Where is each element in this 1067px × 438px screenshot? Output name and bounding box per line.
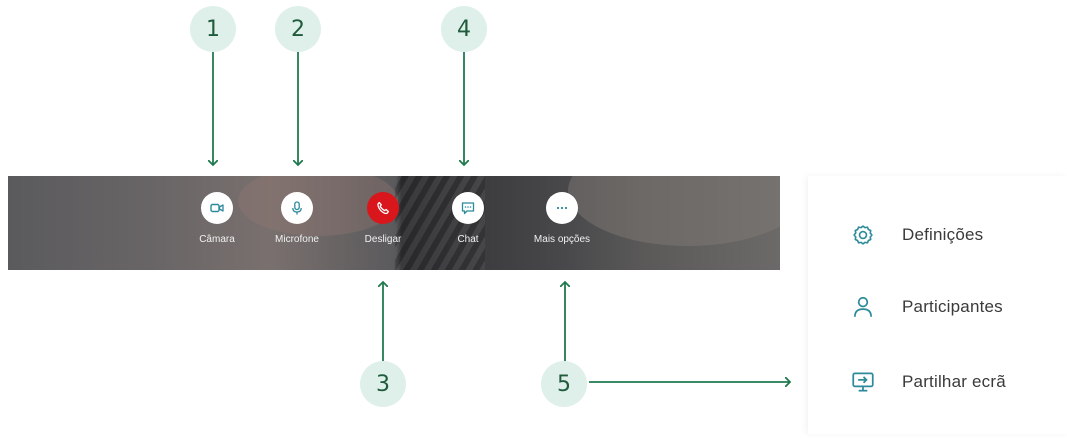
menu-item-participants-label: Participantes — [902, 297, 1003, 316]
menu-item-settings-label: Definições — [902, 225, 984, 244]
more-horizontal-icon — [556, 206, 568, 210]
menu-item-share-screen[interactable]: Partilhar ecrã — [848, 367, 1006, 397]
menu-item-settings[interactable]: Definições — [848, 220, 983, 250]
chat-icon — [461, 202, 475, 215]
callout-3: 3 — [360, 361, 406, 407]
more-options-button[interactable] — [546, 192, 578, 224]
microphone-control[interactable]: Microfone — [257, 192, 337, 245]
more-options-menu: Definições Participantes Partilhar ecrã — [808, 176, 1067, 434]
chat-control[interactable]: Chat — [428, 192, 508, 245]
video-camera-icon — [210, 203, 224, 213]
camera-label: Câmara — [199, 234, 235, 245]
menu-item-participants[interactable]: Participantes — [848, 292, 1003, 322]
more-options-control[interactable]: Mais opções — [522, 192, 602, 245]
chat-label: Chat — [457, 234, 479, 245]
microphone-icon — [292, 201, 302, 215]
callout-1: 1 — [190, 6, 236, 52]
hangup-control[interactable]: Desligar — [343, 192, 423, 245]
menu-item-share-screen-label: Partilhar ecrã — [902, 372, 1006, 391]
callout-4: 4 — [441, 6, 487, 52]
microphone-label: Microfone — [275, 234, 319, 245]
camera-control[interactable]: Câmara — [177, 192, 257, 245]
callout-5: 5 — [541, 361, 587, 407]
hangup-button[interactable] — [367, 192, 399, 224]
person-icon — [848, 292, 878, 322]
call-control-bar: Câmara Microfone Desligar Chat Mais opçõ… — [8, 176, 780, 270]
callout-2: 2 — [275, 6, 321, 52]
more-options-label: Mais opções — [533, 234, 591, 245]
camera-button[interactable] — [201, 192, 233, 224]
microphone-button[interactable] — [281, 192, 313, 224]
screen-share-icon — [848, 367, 878, 397]
hangup-label: Desligar — [364, 234, 402, 245]
chat-button[interactable] — [452, 192, 484, 224]
phone-hangup-icon — [377, 201, 390, 215]
gear-icon — [848, 220, 878, 250]
